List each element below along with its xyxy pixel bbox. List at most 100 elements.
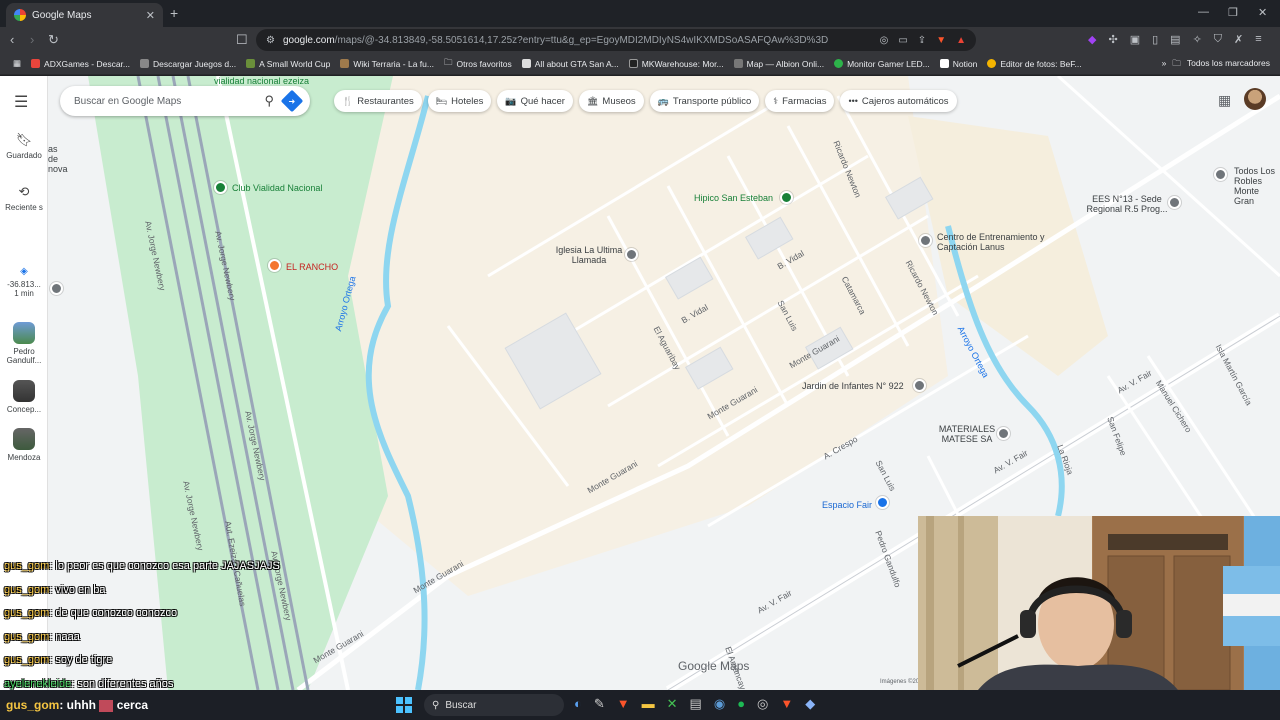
install-icon[interactable]: ▭ (898, 35, 907, 46)
all-bookmarks[interactable]: » 🗀 Todos los marcadores (1162, 58, 1270, 72)
bookmark-folder[interactable]: 🗀 Otros favoritos (439, 57, 517, 71)
restaurant-pin-icon[interactable] (268, 259, 281, 272)
place-jardin[interactable]: Jardin de Infantes N° 922 (802, 381, 904, 391)
bookmark-icon[interactable]: ☐ (236, 32, 248, 48)
recent-pedro[interactable]: Pedro Gandulf... (0, 322, 48, 365)
place-club-vialidad[interactable]: Club Vialidad Nacional (232, 183, 322, 193)
reload-icon[interactable]: ↻ (48, 32, 59, 48)
app-icon[interactable]: ✎ (594, 696, 605, 712)
taskbar-search[interactable]: ⚲ Buscar (424, 694, 564, 716)
extension-icon[interactable]: ◆ (1088, 33, 1096, 46)
bookmark-item[interactable]: A Small World Cup (241, 59, 335, 69)
bookmark-item[interactable]: ADXGames - Descar... (26, 59, 135, 69)
place-pin-icon[interactable] (50, 282, 63, 295)
back-icon[interactable]: ‹ (10, 32, 14, 47)
bookmark-item[interactable]: Descargar Juegos d... (135, 59, 241, 69)
place-centro-entrenamiento[interactable]: Centro de Entrenamiento y Captación Lanu… (937, 232, 1057, 252)
maps-search-box[interactable]: Buscar en Google Maps ⚲ ➜ (60, 86, 310, 116)
bookmarks-bar: ▦ ADXGames - Descar... Descargar Juegos … (0, 53, 1280, 75)
obs-icon[interactable]: ◎ (757, 696, 768, 712)
place-vialidad-ezeiza[interactable]: vialidad nacional ezeiza (214, 76, 309, 86)
bookmark-item[interactable]: Notion (935, 59, 983, 69)
webcam-overlay (918, 516, 1280, 690)
alert-icon[interactable]: ▲ (956, 35, 966, 46)
steam-active-icon[interactable]: ◆ (805, 696, 815, 712)
steam-icon[interactable]: ◉ (714, 696, 725, 712)
brave-active-icon[interactable]: ▼ (780, 696, 793, 712)
bookmark-item[interactable]: Monitor Gamer LED... (829, 59, 935, 69)
file-explorer-icon[interactable]: ▬ (642, 696, 655, 712)
saved-button[interactable]: 🔖︎ Guardado (0, 132, 48, 160)
close-tab-icon[interactable]: ✕ (146, 9, 155, 22)
location-icon[interactable]: ◎ (880, 35, 889, 46)
leo-icon[interactable]: ✧ (1193, 33, 1202, 46)
bookmark-item[interactable]: Map — Albion Onli... (729, 59, 829, 69)
account-avatar[interactable] (1244, 88, 1266, 110)
chip-cajeros[interactable]: ••• Cajeros automáticos (840, 90, 957, 112)
store-pin-icon[interactable] (997, 427, 1010, 440)
chip-que-hacer[interactable]: 📷 Qué hacer (497, 90, 573, 112)
google-apps-icon[interactable]: ▦ (1218, 92, 1231, 109)
bookmark-item[interactable]: All about GTA San A... (517, 59, 624, 69)
search-input[interactable]: Buscar en Google Maps (74, 96, 254, 107)
screenshot-icon[interactable]: ▣ (1130, 33, 1140, 46)
share-icon[interactable]: ⇪ (918, 35, 926, 46)
place-pin-icon[interactable] (1214, 168, 1227, 181)
windows-start-icon[interactable] (396, 697, 412, 713)
place-el-rancho[interactable]: EL RANCHO (286, 262, 338, 272)
forward-icon[interactable]: › (30, 32, 34, 47)
vpn-icon[interactable]: ⛉ (1214, 33, 1222, 46)
park-pin-icon[interactable] (780, 191, 793, 204)
park-pin-icon[interactable] (214, 181, 227, 194)
xbox-icon[interactable]: ✕ (667, 696, 678, 712)
place-ees13[interactable]: EES N°13 - Sede Regional R.5 Prog... (1082, 194, 1172, 214)
chip-museos[interactable]: 🏛 Museos (578, 90, 644, 112)
school-pin-icon[interactable] (913, 379, 926, 392)
omnibox[interactable]: ⚙ google.com/maps/@-34.813849,-58.505161… (256, 29, 976, 51)
bookmark-item[interactable]: MKWarehouse: Mor... (624, 59, 729, 69)
place-hipico[interactable]: Hipico San Esteban (694, 193, 773, 203)
shop-pin-icon[interactable] (876, 496, 889, 509)
chip-farmacias[interactable]: ⚕ Farmacias (765, 90, 835, 112)
minimize-icon[interactable]: — (1198, 6, 1209, 18)
bookmark-item[interactable]: Wiki Terraria - La fu... (335, 59, 439, 69)
maximize-icon[interactable]: ❐ (1228, 6, 1238, 19)
notion-icon (939, 59, 949, 68)
search-icon: ⚲ (432, 699, 440, 711)
brave-icon[interactable]: ▼ (617, 696, 630, 712)
chip-hoteles[interactable]: 🛏 Hoteles (427, 90, 492, 112)
url-text[interactable]: google.com/maps/@-34.813849,-58.5051614,… (283, 35, 872, 46)
menu-icon[interactable]: ≡ (1255, 33, 1261, 46)
brave-shield-icon[interactable]: ▼ (936, 35, 946, 46)
tab-title: Google Maps (32, 9, 92, 21)
spotify-icon[interactable]: ● (737, 696, 745, 712)
place-materiales[interactable]: MATERIALES MATESE SA (932, 424, 1002, 444)
search-icon[interactable]: ⚲ (264, 93, 274, 109)
tab-google-maps[interactable]: Google Maps ✕ (6, 3, 163, 27)
site-info-icon[interactable]: ⚙ (266, 35, 275, 46)
chip-restaurantes[interactable]: 🍴 Restaurantes (334, 90, 422, 112)
directions-icon[interactable]: ➜ (280, 89, 304, 113)
menu-icon[interactable]: ☰ (14, 92, 28, 112)
church-pin-icon[interactable] (625, 248, 638, 261)
sidebar-icon[interactable]: ▯ (1152, 33, 1158, 46)
place-iglesia[interactable]: Iglesia La Ultima Llamada (554, 245, 624, 265)
recent-button[interactable]: ⟲ Reciente s (0, 184, 48, 212)
place-espacio-fair[interactable]: Espacio Fair (822, 500, 872, 510)
place-pin-icon[interactable] (919, 234, 932, 247)
chip-transporte[interactable]: 🚌 Transporte público (649, 90, 760, 112)
bookmark-item[interactable]: Editor de fotos: BeF... (982, 59, 1086, 69)
puzzle-icon[interactable]: ✣ (1108, 33, 1117, 46)
apps-icon[interactable]: ▦ (8, 58, 26, 69)
recent-concep[interactable]: Concep... (0, 380, 48, 414)
epic-games-icon[interactable]: ▤ (690, 696, 702, 712)
place-todos-los-robles[interactable]: Todos Los Robles Monte Gran (1234, 166, 1280, 206)
tools-icon[interactable]: ✗ (1234, 33, 1243, 46)
recent-mendoza[interactable]: Mendoza (0, 428, 48, 462)
school-pin-icon[interactable] (1168, 196, 1181, 209)
copilot-icon[interactable]: ◐ (574, 696, 582, 712)
recent-coordinate[interactable]: ◈ -36.813... 1 min (0, 266, 48, 298)
wallet-icon[interactable]: ▤ (1170, 33, 1180, 46)
new-tab-button[interactable]: + (170, 5, 178, 21)
close-window-icon[interactable]: ✕ (1258, 6, 1267, 19)
